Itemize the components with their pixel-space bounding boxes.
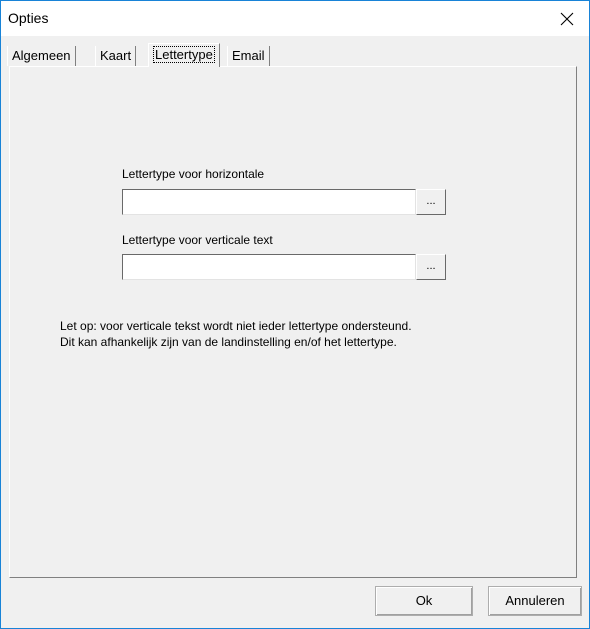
- lettertype-panel: Lettertype voor horizontale ... Letterty…: [9, 66, 577, 578]
- vertical-font-browse-button[interactable]: ...: [416, 254, 446, 280]
- tab-email[interactable]: Email: [227, 46, 270, 66]
- tab-kaart[interactable]: Kaart: [95, 46, 137, 66]
- close-icon: [560, 12, 574, 25]
- vertical-font-label: Lettertype voor verticale text: [122, 233, 273, 247]
- title-bar: Opties: [1, 1, 589, 36]
- tab-label: Algemeen: [12, 48, 71, 63]
- tab-label: Lettertype: [153, 46, 215, 63]
- cancel-button[interactable]: Annuleren: [488, 586, 582, 616]
- vertical-text-note: Let op: voor verticale tekst wordt niet …: [60, 318, 412, 350]
- close-button[interactable]: [545, 1, 589, 36]
- window-title: Opties: [8, 10, 49, 26]
- horizontal-font-label: Lettertype voor horizontale: [122, 167, 265, 181]
- horizontal-font-field[interactable]: [122, 189, 416, 215]
- vertical-font-field[interactable]: [122, 254, 416, 280]
- options-dialog: Opties Algemeen Kaart Lettertype Email L…: [0, 0, 590, 629]
- tab-algemeen[interactable]: Algemeen: [7, 46, 76, 66]
- tab-label: Kaart: [100, 48, 132, 63]
- tab-label: Email: [232, 48, 265, 63]
- tab-lettertype[interactable]: Lettertype: [148, 43, 220, 67]
- horizontal-font-browse-button[interactable]: ...: [416, 189, 446, 215]
- note-line-1: Let op: voor verticale tekst wordt niet …: [60, 319, 412, 333]
- ok-button[interactable]: Ok: [375, 586, 473, 616]
- note-line-2: Dit kan afhankelijk zijn van de landinst…: [60, 335, 397, 349]
- tab-strip: Algemeen Kaart Lettertype Email: [1, 36, 589, 67]
